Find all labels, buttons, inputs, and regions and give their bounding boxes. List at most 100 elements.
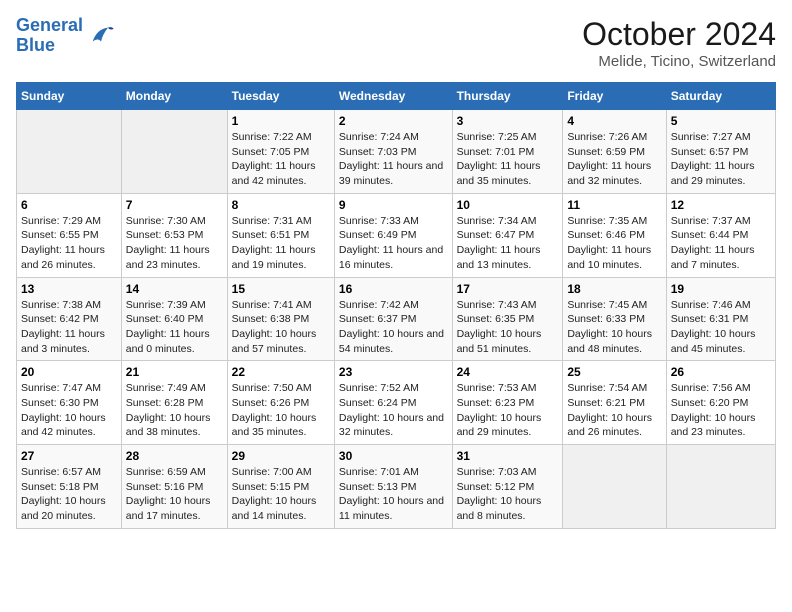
day-number: 29 — [232, 449, 330, 463]
calendar-title: October 2024 — [582, 16, 776, 53]
calendar-cell: 9 Sunrise: 7:33 AMSunset: 6:49 PMDayligh… — [334, 193, 452, 277]
calendar-cell: 4 Sunrise: 7:26 AMSunset: 6:59 PMDayligh… — [563, 110, 666, 194]
calendar-week-row: 13 Sunrise: 7:38 AMSunset: 6:42 PMDaylig… — [17, 277, 776, 361]
weekday-header-row: SundayMondayTuesdayWednesdayThursdayFrid… — [17, 83, 776, 110]
title-block: October 2024 Melide, Ticino, Switzerland — [582, 16, 776, 70]
day-info: Sunrise: 7:56 AMSunset: 6:20 PMDaylight:… — [671, 381, 771, 440]
calendar-cell — [666, 445, 775, 529]
day-info: Sunrise: 7:34 AMSunset: 6:47 PMDaylight:… — [457, 214, 559, 273]
logo-general: General — [16, 15, 83, 35]
weekday-header: Friday — [563, 83, 666, 110]
calendar-cell: 24 Sunrise: 7:53 AMSunset: 6:23 PMDaylig… — [452, 361, 563, 445]
day-info: Sunrise: 7:22 AMSunset: 7:05 PMDaylight:… — [232, 130, 330, 189]
calendar-cell: 7 Sunrise: 7:30 AMSunset: 6:53 PMDayligh… — [121, 193, 227, 277]
calendar-cell: 1 Sunrise: 7:22 AMSunset: 7:05 PMDayligh… — [227, 110, 334, 194]
day-info: Sunrise: 7:50 AMSunset: 6:26 PMDaylight:… — [232, 381, 330, 440]
day-info: Sunrise: 6:59 AMSunset: 5:16 PMDaylight:… — [126, 465, 223, 524]
day-number: 17 — [457, 282, 559, 296]
calendar-week-row: 27 Sunrise: 6:57 AMSunset: 5:18 PMDaylig… — [17, 445, 776, 529]
day-info: Sunrise: 7:46 AMSunset: 6:31 PMDaylight:… — [671, 298, 771, 357]
day-number: 2 — [339, 114, 448, 128]
day-info: Sunrise: 6:57 AMSunset: 5:18 PMDaylight:… — [21, 465, 117, 524]
day-number: 23 — [339, 365, 448, 379]
calendar-table: SundayMondayTuesdayWednesdayThursdayFrid… — [16, 82, 776, 529]
day-number: 25 — [567, 365, 661, 379]
calendar-week-row: 6 Sunrise: 7:29 AMSunset: 6:55 PMDayligh… — [17, 193, 776, 277]
day-info: Sunrise: 7:03 AMSunset: 5:12 PMDaylight:… — [457, 465, 559, 524]
day-number: 18 — [567, 282, 661, 296]
calendar-cell: 2 Sunrise: 7:24 AMSunset: 7:03 PMDayligh… — [334, 110, 452, 194]
logo-text: General Blue — [16, 16, 83, 56]
logo-bird-icon — [87, 22, 115, 50]
calendar-cell: 23 Sunrise: 7:52 AMSunset: 6:24 PMDaylig… — [334, 361, 452, 445]
weekday-header: Monday — [121, 83, 227, 110]
day-number: 27 — [21, 449, 117, 463]
logo: General Blue — [16, 16, 115, 56]
page-header: General Blue October 2024 Melide, Ticino… — [16, 16, 776, 70]
calendar-cell — [121, 110, 227, 194]
logo-blue: Blue — [16, 36, 83, 56]
day-number: 19 — [671, 282, 771, 296]
calendar-cell: 3 Sunrise: 7:25 AMSunset: 7:01 PMDayligh… — [452, 110, 563, 194]
day-info: Sunrise: 7:30 AMSunset: 6:53 PMDaylight:… — [126, 214, 223, 273]
calendar-cell: 31 Sunrise: 7:03 AMSunset: 5:12 PMDaylig… — [452, 445, 563, 529]
day-info: Sunrise: 7:41 AMSunset: 6:38 PMDaylight:… — [232, 298, 330, 357]
day-info: Sunrise: 7:43 AMSunset: 6:35 PMDaylight:… — [457, 298, 559, 357]
calendar-cell: 29 Sunrise: 7:00 AMSunset: 5:15 PMDaylig… — [227, 445, 334, 529]
calendar-cell: 12 Sunrise: 7:37 AMSunset: 6:44 PMDaylig… — [666, 193, 775, 277]
day-info: Sunrise: 7:37 AMSunset: 6:44 PMDaylight:… — [671, 214, 771, 273]
calendar-cell: 28 Sunrise: 6:59 AMSunset: 5:16 PMDaylig… — [121, 445, 227, 529]
day-info: Sunrise: 7:39 AMSunset: 6:40 PMDaylight:… — [126, 298, 223, 357]
day-number: 6 — [21, 198, 117, 212]
weekday-header: Sunday — [17, 83, 122, 110]
day-number: 12 — [671, 198, 771, 212]
day-info: Sunrise: 7:38 AMSunset: 6:42 PMDaylight:… — [21, 298, 117, 357]
calendar-cell: 6 Sunrise: 7:29 AMSunset: 6:55 PMDayligh… — [17, 193, 122, 277]
calendar-cell: 26 Sunrise: 7:56 AMSunset: 6:20 PMDaylig… — [666, 361, 775, 445]
day-info: Sunrise: 7:26 AMSunset: 6:59 PMDaylight:… — [567, 130, 661, 189]
day-number: 28 — [126, 449, 223, 463]
day-number: 26 — [671, 365, 771, 379]
day-number: 3 — [457, 114, 559, 128]
calendar-cell: 8 Sunrise: 7:31 AMSunset: 6:51 PMDayligh… — [227, 193, 334, 277]
calendar-cell: 18 Sunrise: 7:45 AMSunset: 6:33 PMDaylig… — [563, 277, 666, 361]
weekday-header: Wednesday — [334, 83, 452, 110]
day-number: 16 — [339, 282, 448, 296]
calendar-cell: 22 Sunrise: 7:50 AMSunset: 6:26 PMDaylig… — [227, 361, 334, 445]
day-number: 8 — [232, 198, 330, 212]
day-info: Sunrise: 7:25 AMSunset: 7:01 PMDaylight:… — [457, 130, 559, 189]
calendar-week-row: 20 Sunrise: 7:47 AMSunset: 6:30 PMDaylig… — [17, 361, 776, 445]
weekday-header: Thursday — [452, 83, 563, 110]
weekday-header: Tuesday — [227, 83, 334, 110]
day-info: Sunrise: 7:33 AMSunset: 6:49 PMDaylight:… — [339, 214, 448, 273]
day-number: 22 — [232, 365, 330, 379]
calendar-cell: 30 Sunrise: 7:01 AMSunset: 5:13 PMDaylig… — [334, 445, 452, 529]
calendar-week-row: 1 Sunrise: 7:22 AMSunset: 7:05 PMDayligh… — [17, 110, 776, 194]
day-number: 13 — [21, 282, 117, 296]
day-number: 10 — [457, 198, 559, 212]
day-number: 4 — [567, 114, 661, 128]
day-number: 30 — [339, 449, 448, 463]
calendar-cell — [17, 110, 122, 194]
day-number: 7 — [126, 198, 223, 212]
weekday-header: Saturday — [666, 83, 775, 110]
day-info: Sunrise: 7:27 AMSunset: 6:57 PMDaylight:… — [671, 130, 771, 189]
day-info: Sunrise: 7:31 AMSunset: 6:51 PMDaylight:… — [232, 214, 330, 273]
day-info: Sunrise: 7:53 AMSunset: 6:23 PMDaylight:… — [457, 381, 559, 440]
calendar-cell: 17 Sunrise: 7:43 AMSunset: 6:35 PMDaylig… — [452, 277, 563, 361]
day-number: 14 — [126, 282, 223, 296]
day-info: Sunrise: 7:35 AMSunset: 6:46 PMDaylight:… — [567, 214, 661, 273]
calendar-cell: 25 Sunrise: 7:54 AMSunset: 6:21 PMDaylig… — [563, 361, 666, 445]
calendar-cell: 11 Sunrise: 7:35 AMSunset: 6:46 PMDaylig… — [563, 193, 666, 277]
day-number: 20 — [21, 365, 117, 379]
day-number: 11 — [567, 198, 661, 212]
day-number: 5 — [671, 114, 771, 128]
day-info: Sunrise: 7:54 AMSunset: 6:21 PMDaylight:… — [567, 381, 661, 440]
calendar-cell: 19 Sunrise: 7:46 AMSunset: 6:31 PMDaylig… — [666, 277, 775, 361]
location-subtitle: Melide, Ticino, Switzerland — [582, 53, 776, 70]
day-info: Sunrise: 7:01 AMSunset: 5:13 PMDaylight:… — [339, 465, 448, 524]
calendar-cell: 14 Sunrise: 7:39 AMSunset: 6:40 PMDaylig… — [121, 277, 227, 361]
day-info: Sunrise: 7:47 AMSunset: 6:30 PMDaylight:… — [21, 381, 117, 440]
day-info: Sunrise: 7:29 AMSunset: 6:55 PMDaylight:… — [21, 214, 117, 273]
day-number: 31 — [457, 449, 559, 463]
